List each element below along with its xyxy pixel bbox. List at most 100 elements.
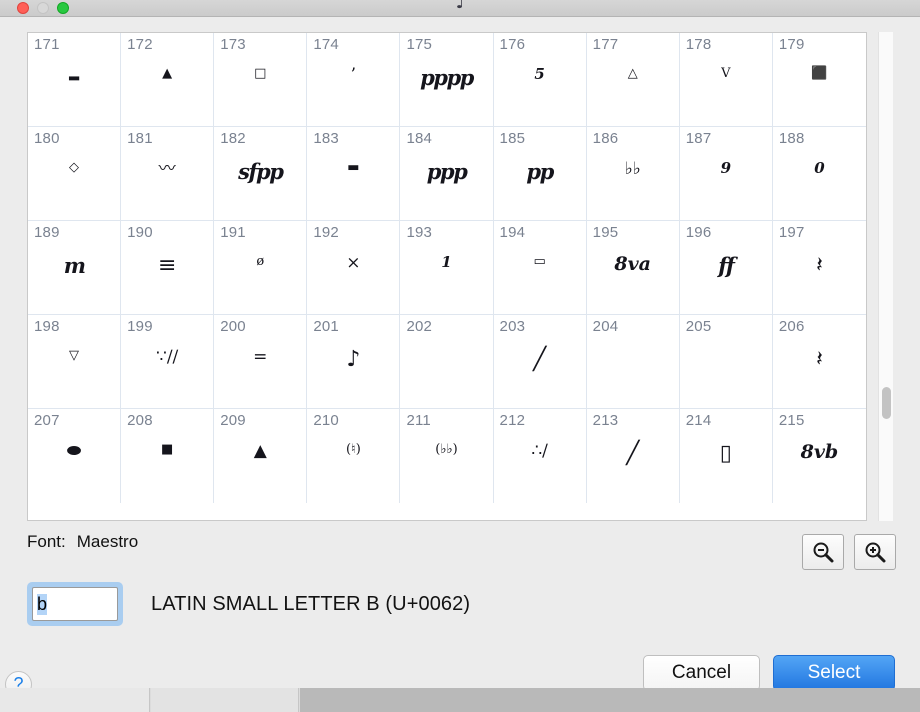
glyph-cell[interactable]: 173 □: [214, 33, 308, 127]
glyph-cell-symbol: □: [254, 66, 267, 81]
glyph-cell[interactable]: 182 sfpp: [214, 127, 308, 221]
magnifier-minus-icon: [813, 542, 834, 563]
glyph-cell[interactable]: 186 ♭♭: [586, 127, 680, 221]
glyph-cell-index: 197: [778, 224, 805, 241]
zoom-out-button[interactable]: [802, 534, 844, 570]
background-segment-middle: [151, 688, 299, 712]
background-window-strip: [0, 688, 920, 712]
glyph-cell-index: 190: [127, 224, 153, 241]
glyph-cell-symbol: ╱: [532, 347, 547, 372]
glyph-cell[interactable]: 178 V: [679, 33, 773, 127]
glyph-cell[interactable]: 207 ⬬: [28, 409, 122, 503]
scrollbar-thumb[interactable]: [882, 387, 891, 419]
glyph-cell[interactable]: 174 ’: [307, 33, 401, 127]
glyph-cell[interactable]: 180 ◇: [28, 127, 122, 221]
glyph-cell-symbol: 1: [441, 253, 452, 271]
glyph-cell-index: 203: [499, 318, 526, 335]
glyph-cell[interactable]: 172 ▲: [121, 33, 215, 127]
glyph-cell[interactable]: 192 ×: [307, 221, 401, 315]
glyph-cell-symbol: ff: [718, 253, 735, 278]
glyph-cell-index: 208: [127, 412, 153, 429]
glyph-cell[interactable]: 176 5: [493, 33, 587, 127]
glyph-cell-symbol: ♪: [346, 347, 361, 372]
glyph-cell-index: 191: [220, 224, 246, 241]
glyph-cell-symbol: 5: [534, 65, 545, 83]
glyph-cell-symbol: ▂: [69, 66, 80, 81]
glyph-cell[interactable]: 204: [586, 315, 680, 409]
glyph-cell[interactable]: 193 1: [400, 221, 494, 315]
glyph-cell[interactable]: 198 ▽: [28, 315, 122, 409]
glyph-cell[interactable]: 212 ∴∕: [493, 409, 587, 503]
glyph-cell[interactable]: 201 ♪: [307, 315, 401, 409]
code-point-row: LATIN SMALL LETTER B (U+0062): [27, 582, 470, 626]
window-titlebar: ♩: [0, 0, 920, 17]
magnifier-plus-icon: [865, 542, 886, 563]
glyph-cell[interactable]: 177 △: [586, 33, 680, 127]
glyph-cell-symbol: 8va: [614, 253, 651, 275]
glyph-cell-symbol: 0: [814, 159, 825, 177]
glyph-cell-index: 194: [499, 224, 526, 241]
select-button[interactable]: Select: [773, 655, 895, 691]
glyph-cell-symbol: m: [63, 253, 86, 278]
glyph-cell-index: 193: [406, 224, 433, 241]
glyph-cell[interactable]: 205: [679, 315, 773, 409]
glyph-cell[interactable]: 211 (♭♭): [400, 409, 494, 503]
glyph-cell[interactable]: 208 ■: [121, 409, 215, 503]
glyph-cell-symbol: (♭♭): [435, 442, 458, 457]
glyph-cell[interactable]: 210 (♮): [307, 409, 401, 503]
glyph-cell[interactable]: 194 ▭: [493, 221, 587, 315]
glyph-cell[interactable]: 215 8vb: [772, 409, 866, 503]
glyph-cell[interactable]: 179 ⬛: [772, 33, 866, 127]
glyph-cell[interactable]: 197 𝄽: [772, 221, 866, 315]
background-segment-left: [0, 688, 150, 712]
font-name-value: Maestro: [76, 532, 139, 551]
glyph-picker-dialog: 171 ▂ 172 ▲ 173 □ 174’ 175 pppp 176 5 177 △ 178 V 179 ⬛ 1…: [0, 17, 920, 698]
glyph-cell[interactable]: 188 0: [772, 127, 866, 221]
glyph-cell-index: 205: [685, 318, 712, 335]
glyph-cell[interactable]: 203 ╱: [493, 315, 587, 409]
glyph-cell[interactable]: 209 ▲: [214, 409, 308, 503]
glyph-cell[interactable]: 214 ▯: [679, 409, 773, 503]
glyph-cell-symbol: ╱: [626, 441, 640, 466]
glyph-cell-index: 189: [34, 224, 60, 241]
glyph-cell-symbol: ▽: [69, 348, 80, 363]
glyph-cell-index: 196: [685, 224, 712, 241]
glyph-cell[interactable]: 213 ╱: [586, 409, 680, 503]
glyph-cell-symbol: ▲: [162, 66, 173, 81]
code-point-input[interactable]: [32, 587, 118, 621]
glyph-cell[interactable]: 185 pp: [493, 127, 587, 221]
glyph-cell[interactable]: 200 =: [214, 315, 308, 409]
glyph-cell[interactable]: 187 9: [679, 127, 773, 221]
glyph-grid-scrollbar[interactable]: [878, 32, 893, 521]
glyph-cell[interactable]: 191 ø: [214, 221, 308, 315]
glyph-cell[interactable]: 196 ff: [679, 221, 773, 315]
glyph-cell-symbol: ∵∕∕: [156, 347, 179, 367]
cancel-button[interactable]: Cancel: [643, 655, 760, 691]
zoom-in-button[interactable]: [854, 534, 896, 570]
window-title-glyph: ♩: [455, 0, 465, 13]
glyph-cell-index: 182: [220, 130, 246, 147]
glyph-cell[interactable]: 175 pppp: [400, 33, 494, 127]
glyph-cell-index: 207: [34, 412, 60, 429]
glyph-cell[interactable]: 190 ≡: [121, 221, 215, 315]
glyph-cell-index: 181: [127, 130, 153, 147]
glyph-cell[interactable]: 189 m: [28, 221, 122, 315]
glyph-cell[interactable]: 199 ∵∕∕: [121, 315, 215, 409]
glyph-cell-index: 185: [499, 130, 526, 147]
glyph-cell[interactable]: 202: [400, 315, 494, 409]
glyph-cell[interactable]: 206 𝄽: [772, 315, 866, 409]
code-point-focus-ring: [27, 582, 123, 626]
glyph-cell-index: 201: [313, 318, 339, 335]
glyph-cell[interactable]: 181 〰: [121, 127, 215, 221]
glyph-cell-index: 183: [313, 130, 339, 147]
glyph-grid[interactable]: 171 ▂ 172 ▲ 173 □ 174’ 175 pppp 176 5 177 △ 178 V 179 ⬛ 1…: [28, 33, 866, 503]
glyph-cell[interactable]: 171 ▂: [28, 33, 122, 127]
glyph-cell-index: 174: [313, 36, 339, 53]
glyph-cell-symbol: ×: [346, 253, 361, 273]
glyph-cell[interactable]: 184 ppp: [400, 127, 494, 221]
glyph-cell-symbol: ▯: [719, 441, 732, 466]
glyph-cell-index: 176: [499, 36, 526, 53]
glyph-cell[interactable]: 183 ▬: [307, 127, 401, 221]
glyph-cell[interactable]: 195 8va: [586, 221, 680, 315]
glyph-cell-symbol: =: [253, 347, 268, 367]
